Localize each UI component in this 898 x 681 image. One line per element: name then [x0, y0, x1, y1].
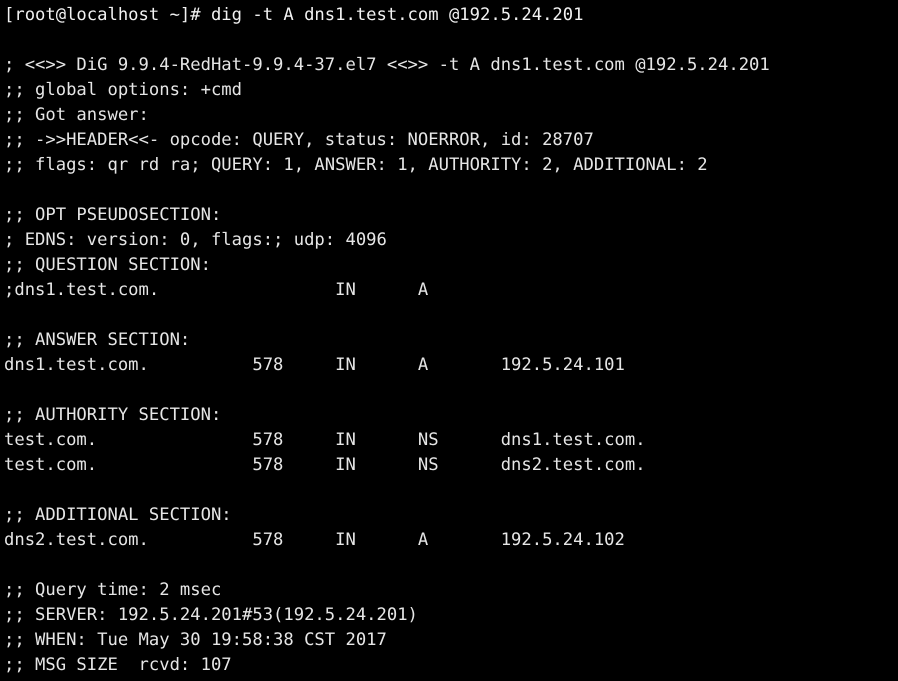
msg-size-line: ;; MSG SIZE rcvd: 107	[4, 655, 232, 675]
authority-section-header: ;; AUTHORITY SECTION:	[4, 405, 222, 425]
dig-global-options: ;; global options: +cmd	[4, 80, 242, 100]
dig-version-banner: ; <<>> DiG 9.9.4-RedHat-9.9.4-37.el7 <<>…	[4, 55, 770, 75]
answer-section-header: ;; ANSWER SECTION:	[4, 330, 191, 350]
additional-section-row: dns2.test.com. 578 IN A 192.5.24.102	[4, 530, 625, 550]
dig-got-answer: ;; Got answer:	[4, 105, 149, 125]
dig-flags-line: ;; flags: qr rd ra; QUERY: 1, ANSWER: 1,…	[4, 155, 708, 175]
authority-section-row: test.com. 578 IN NS dns2.test.com.	[4, 455, 646, 475]
query-time-line: ;; Query time: 2 msec	[4, 580, 222, 600]
answer-section-row: dns1.test.com. 578 IN A 192.5.24.101	[4, 355, 625, 375]
shell-prompt-command-line: [root@localhost ~]# dig -t A dns1.test.c…	[4, 5, 584, 25]
terminal-screen[interactable]: [root@localhost ~]# dig -t A dns1.test.c…	[0, 0, 898, 681]
edns-line: ; EDNS: version: 0, flags:; udp: 4096	[4, 230, 387, 250]
opt-pseudosection-header: ;; OPT PSEUDOSECTION:	[4, 205, 222, 225]
authority-section-row: test.com. 578 IN NS dns1.test.com.	[4, 430, 646, 450]
question-section-row: ;dns1.test.com. IN A	[4, 280, 429, 300]
dig-header-line: ;; ->>HEADER<<- opcode: QUERY, status: N…	[4, 130, 594, 150]
additional-section-header: ;; ADDITIONAL SECTION:	[4, 505, 232, 525]
when-line: ;; WHEN: Tue May 30 19:58:38 CST 2017	[4, 630, 387, 650]
question-section-header: ;; QUESTION SECTION:	[4, 255, 211, 275]
server-line: ;; SERVER: 192.5.24.201#53(192.5.24.201)	[4, 605, 418, 625]
